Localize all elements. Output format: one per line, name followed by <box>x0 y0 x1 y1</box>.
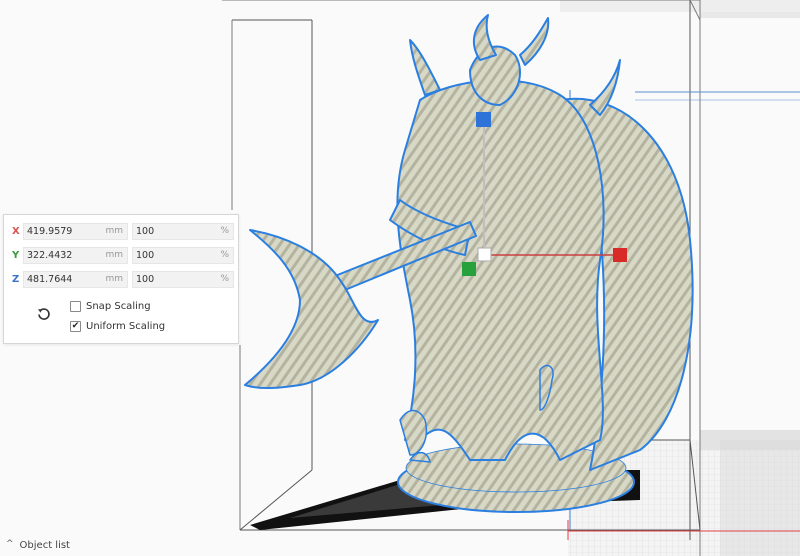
gizmo-center-handle <box>477 247 492 262</box>
undo-icon <box>38 308 50 320</box>
chevron-up-icon: ^ <box>6 539 14 549</box>
x-mm-input[interactable]: 419.9579 mm <box>23 223 128 240</box>
gizmo-y-handle <box>462 262 476 276</box>
scale-panel: X 419.9579 mm 100 % Y 322.4432 mm 100 % … <box>3 214 239 344</box>
gizmo-z-handle <box>476 112 491 127</box>
object-list-label: Object list <box>19 539 70 551</box>
axis-y-label: Y <box>12 250 20 261</box>
snap-scaling-label: Snap Scaling <box>86 300 151 312</box>
z-percent-input[interactable]: 100 % <box>132 271 234 288</box>
uniform-scaling-label: Uniform Scaling <box>86 320 166 332</box>
model-body <box>396 79 605 461</box>
axis-x-label: X <box>12 226 20 237</box>
gizmo-x-handle <box>613 248 627 262</box>
scale-row-x: X 419.9579 mm 100 % <box>4 223 240 241</box>
snap-scaling-checkbox[interactable] <box>70 300 81 312</box>
y-mm-input[interactable]: 322.4432 mm <box>23 247 128 264</box>
checkmark-icon: ✔ <box>71 320 80 331</box>
x-percent-input[interactable]: 100 % <box>132 223 234 240</box>
scene-top-bar <box>560 0 800 12</box>
uniform-scaling-checkbox[interactable]: ✔ <box>70 320 81 332</box>
scale-row-z: Z 481.7644 mm 100 % <box>4 271 240 289</box>
scale-row-y: Y 322.4432 mm 100 % <box>4 247 240 265</box>
z-mm-input[interactable]: 481.7644 mm <box>23 271 128 288</box>
snap-scaling-option[interactable]: Snap Scaling <box>70 299 151 313</box>
axis-z-label: Z <box>12 274 20 285</box>
uniform-scaling-option[interactable]: ✔ Uniform Scaling <box>70 319 165 333</box>
reset-scale-button[interactable] <box>33 303 55 325</box>
y-percent-input[interactable]: 100 % <box>132 247 234 264</box>
object-list-toggle[interactable]: ^ Object list <box>0 534 120 556</box>
